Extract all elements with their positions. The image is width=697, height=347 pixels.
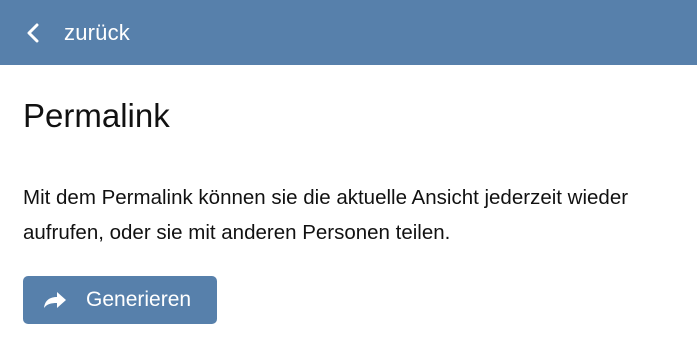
page-title: Permalink [23, 97, 170, 134]
generate-button-label: Generieren [86, 288, 192, 311]
back-link[interactable]: zurück [64, 20, 130, 46]
back-bar[interactable]: zurück [0, 0, 697, 65]
share-arrow-icon [42, 290, 68, 310]
permalink-description: Mit dem Permalink können sie die aktuell… [23, 186, 629, 244]
chevron-left-icon[interactable] [26, 23, 40, 43]
generate-button[interactable]: Generieren [23, 276, 217, 324]
